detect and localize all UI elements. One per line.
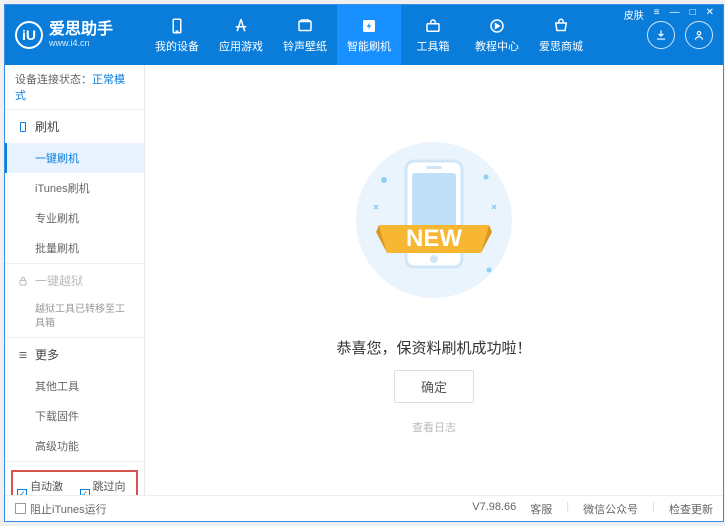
success-panel: NEW 恭喜您，保资料刷机成功啦！ 确定 查看日志 bbox=[145, 65, 723, 495]
nav-ringtones[interactable]: 铃声壁纸 bbox=[273, 5, 337, 65]
nav-store[interactable]: 爱思商城 bbox=[529, 5, 593, 65]
success-message: 恭喜您，保资料刷机成功啦！ bbox=[336, 337, 531, 358]
menu-button[interactable]: ≡ bbox=[651, 7, 663, 22]
flash-icon bbox=[360, 17, 378, 35]
sidebar-item-oneclick-flash[interactable]: 一键刷机 bbox=[5, 143, 144, 173]
close-button[interactable]: ✕ bbox=[703, 7, 717, 22]
minimize-button[interactable]: — bbox=[667, 7, 683, 22]
nav-apps-games[interactable]: 应用游戏 bbox=[209, 5, 273, 65]
view-log-link[interactable]: 查看日志 bbox=[412, 419, 456, 435]
connection-status: 设备连接状态：正常模式 bbox=[5, 65, 144, 110]
store-icon bbox=[552, 17, 570, 35]
apps-icon bbox=[232, 17, 250, 35]
download-button[interactable] bbox=[647, 21, 675, 49]
lock-icon bbox=[17, 275, 29, 287]
sidebar-section-jailbreak: 一键越狱 bbox=[5, 264, 144, 297]
sidebar-item-itunes-flash[interactable]: iTunes刷机 bbox=[5, 173, 144, 203]
sidebar-item-download-firmware[interactable]: 下载固件 bbox=[5, 401, 144, 431]
skin-button[interactable]: 皮肤 bbox=[621, 7, 647, 22]
list-icon bbox=[17, 349, 29, 361]
sidebar-section-flash[interactable]: 刷机 bbox=[5, 110, 144, 143]
wallpaper-icon bbox=[296, 17, 314, 35]
success-illustration: NEW bbox=[334, 125, 534, 325]
sidebar-section-more[interactable]: 更多 bbox=[5, 338, 144, 371]
tutorial-icon bbox=[488, 17, 506, 35]
top-nav: 我的设备 应用游戏 铃声壁纸 智能刷机 工具箱 教程中心 bbox=[145, 5, 647, 65]
version-label: V7.98.66 bbox=[472, 501, 516, 517]
check-update-link[interactable]: 检查更新 bbox=[669, 501, 713, 517]
app-site: www.i4.cn bbox=[49, 38, 113, 48]
body: 设备连接状态：正常模式 刷机 一键刷机 iTunes刷机 专业刷机 批量刷机 一… bbox=[5, 65, 723, 495]
svg-text:NEW: NEW bbox=[406, 225, 462, 252]
nav-toolbox[interactable]: 工具箱 bbox=[401, 5, 465, 65]
toolbox-icon bbox=[424, 17, 442, 35]
phone-icon bbox=[17, 121, 29, 133]
footer: 阻止iTunes运行 V7.98.66 客服 | 微信公众号 | 检查更新 bbox=[5, 495, 723, 521]
logo-icon: iU bbox=[15, 21, 43, 49]
checkbox-skip-wizard[interactable]: ✓ 跳过向导 bbox=[80, 478, 133, 495]
maximize-button[interactable]: □ bbox=[687, 7, 699, 22]
phone-icon bbox=[168, 17, 186, 35]
confirm-button[interactable]: 确定 bbox=[394, 370, 474, 403]
sidebar-item-batch-flash[interactable]: 批量刷机 bbox=[5, 233, 144, 263]
user-button[interactable] bbox=[685, 21, 713, 49]
sidebar: 设备连接状态：正常模式 刷机 一键刷机 iTunes刷机 专业刷机 批量刷机 一… bbox=[5, 65, 145, 495]
logo: iU 爱思助手 www.i4.cn bbox=[15, 21, 145, 49]
nav-my-device[interactable]: 我的设备 bbox=[145, 5, 209, 65]
titlebar: 皮肤 ≡ — □ ✕ iU 爱思助手 www.i4.cn 我的设备 应用游戏 bbox=[5, 5, 723, 65]
title-right bbox=[647, 21, 713, 49]
download-icon bbox=[654, 28, 668, 42]
jailbreak-note: 越狱工具已转移至工具箱 bbox=[5, 297, 144, 337]
checkbox-block-itunes[interactable]: 阻止iTunes运行 bbox=[15, 501, 107, 517]
app-window: 皮肤 ≡ — □ ✕ iU 爱思助手 www.i4.cn 我的设备 应用游戏 bbox=[4, 4, 724, 522]
sidebar-item-other-tools[interactable]: 其他工具 bbox=[5, 371, 144, 401]
wechat-link[interactable]: 微信公众号 bbox=[583, 501, 638, 517]
sidebar-item-advanced[interactable]: 高级功能 bbox=[5, 431, 144, 461]
nav-tutorials[interactable]: 教程中心 bbox=[465, 5, 529, 65]
window-controls: 皮肤 ≡ — □ ✕ bbox=[621, 7, 717, 22]
user-icon bbox=[692, 28, 706, 42]
app-name: 爱思助手 bbox=[49, 22, 113, 38]
sidebar-item-pro-flash[interactable]: 专业刷机 bbox=[5, 203, 144, 233]
main-panel: NEW 恭喜您，保资料刷机成功啦！ 确定 查看日志 bbox=[145, 65, 723, 495]
support-link[interactable]: 客服 bbox=[530, 501, 552, 517]
nav-smart-flash[interactable]: 智能刷机 bbox=[337, 5, 401, 65]
checkbox-icon bbox=[15, 503, 26, 514]
options-highlight-box: ✓ 自动激活 ✓ 跳过向导 bbox=[11, 470, 138, 495]
checkbox-auto-activate[interactable]: ✓ 自动激活 bbox=[17, 478, 70, 495]
